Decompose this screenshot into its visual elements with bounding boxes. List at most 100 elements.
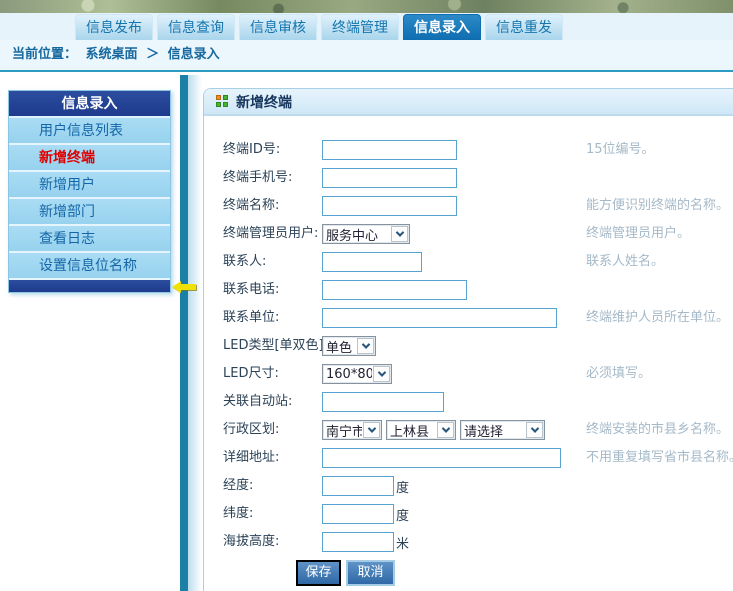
tab-terminal-mgmt[interactable]: 终端管理 [321, 14, 399, 40]
longitude-unit: 度 [396, 477, 409, 496]
contact-phone-input[interactable] [322, 280, 467, 300]
blocks-icon [216, 95, 229, 108]
admin-region-select-1[interactable]: 上林县 [386, 420, 456, 440]
control-terminal-name [322, 196, 457, 216]
control-contact-phone [322, 280, 467, 300]
form-row-longitude: 经度: 度 [204, 476, 733, 498]
admin-region-select-0[interactable]: 南宁市 [322, 420, 382, 440]
label-terminal-phone: 终端手机号: [223, 168, 321, 188]
form-row-detail-address: 详细地址:不用重复填写省市县名称。 [204, 448, 733, 470]
sidebar-footer-bar [9, 280, 170, 292]
sidebar-item-4[interactable]: 查看日志 [9, 226, 170, 253]
latitude-input[interactable] [322, 504, 394, 524]
form-row-contact-phone: 联系电话: [204, 280, 733, 302]
label-admin-region: 行政区划: [223, 420, 321, 440]
control-detail-address [322, 448, 561, 468]
tab-info-publish[interactable]: 信息发布 [75, 14, 153, 40]
altitude-input[interactable] [322, 532, 394, 552]
cursor-arrow-icon [172, 281, 197, 293]
latitude-unit: 度 [396, 505, 409, 524]
terminal-admin-select[interactable]: 服务中心 [322, 224, 410, 244]
control-auto-station [322, 392, 444, 412]
form-row-led-type: LED类型[单双色]:单色 [204, 336, 733, 358]
label-terminal-id: 终端ID号: [223, 140, 321, 160]
breadcrumb-prefix: 当前位置： [12, 47, 77, 62]
control-terminal-admin: 服务中心 [322, 224, 414, 244]
sidebar-item-3[interactable]: 新增部门 [9, 199, 170, 226]
panel-title: 新增终端 [236, 92, 292, 112]
vertical-divider [180, 75, 188, 591]
save-button[interactable]: 保存 [296, 560, 341, 586]
panel-header: 新增终端 [204, 89, 733, 116]
led-size-select[interactable]: 160*80 [322, 364, 392, 384]
contact-unit-input[interactable] [322, 308, 557, 328]
led-type-select[interactable]: 单色 [322, 336, 376, 356]
chevron-down-icon [363, 422, 380, 438]
terminal-phone-input[interactable] [322, 168, 457, 188]
hint-led-size: 必须填写。 [586, 364, 651, 384]
label-longitude: 经度: [223, 476, 321, 496]
cancel-button[interactable]: 取消 [346, 560, 395, 586]
label-latitude: 纬度: [223, 504, 321, 524]
chevron-down-icon [391, 226, 408, 242]
form-row-led-size: LED尺寸:160*80 必须填写。 [204, 364, 733, 386]
label-contact-phone: 联系电话: [223, 280, 321, 300]
sidebar-item-0[interactable]: 用户信息列表 [9, 118, 170, 145]
vertical-divider-shadow [188, 75, 202, 591]
auto-station-input[interactable] [322, 392, 444, 412]
label-altitude: 海拔高度: [223, 532, 321, 552]
form-row-terminal-id: 终端ID号: 15位编号。 [204, 140, 733, 162]
breadcrumb-home[interactable]: 系统桌面 [86, 47, 138, 62]
led-type-select-value: 单色 [323, 337, 356, 356]
admin-region-select-2[interactable]: 请选择 [460, 420, 545, 440]
admin-region-select-1-value: 上林县 [387, 421, 436, 440]
chevron-down-icon [437, 422, 454, 438]
form-row-contact-person: 联系人:联系人姓名。 [204, 252, 733, 274]
tab-info-entry[interactable]: 信息录入 [403, 14, 481, 40]
hint-admin-region: 终端安装的市县乡名称。 [586, 420, 729, 440]
altitude-unit: 米 [396, 533, 409, 552]
form-row-terminal-admin: 终端管理员用户:服务中心终端管理员用户。 [204, 224, 733, 246]
form-row-contact-unit: 联系单位: 终端维护人员所在单位。 [204, 308, 733, 330]
sidebar-item-5[interactable]: 设置信息位名称 [9, 253, 170, 280]
hint-detail-address: 不用重复填写省市县名称。 [586, 448, 733, 468]
sidebar-item-1[interactable]: 新增终端 [9, 145, 170, 172]
hint-terminal-id: 15位编号。 [586, 140, 655, 160]
control-admin-region: 南宁市 上林县 请选择 [322, 420, 549, 440]
label-auto-station: 关联自动站: [223, 392, 321, 412]
label-led-size: LED尺寸: [223, 364, 321, 384]
chevron-down-icon [357, 338, 374, 354]
label-terminal-name: 终端名称: [223, 196, 321, 216]
control-led-type: 单色 [322, 336, 380, 356]
sidebar-item-2[interactable]: 新增用户 [9, 172, 170, 199]
control-terminal-id [322, 140, 457, 160]
label-contact-person: 联系人: [223, 252, 321, 272]
longitude-input[interactable] [322, 476, 394, 496]
form-row-altitude: 海拔高度: 米 [204, 532, 733, 554]
chevron-down-icon [526, 422, 543, 438]
control-terminal-phone [322, 168, 457, 188]
contact-person-input[interactable] [322, 252, 422, 272]
tab-info-query[interactable]: 信息查询 [157, 14, 235, 40]
breadcrumb: 当前位置： 系统桌面 ＞ 信息录入 [0, 40, 733, 72]
cursor-arrow-tail [180, 284, 196, 290]
top-tab-bar: 信息发布 信息查询 信息审核 终端管理 信息录入 信息重发 [0, 13, 733, 40]
detail-address-input[interactable] [322, 448, 561, 468]
hint-contact-unit: 终端维护人员所在单位。 [586, 308, 729, 328]
terminal-name-input[interactable] [322, 196, 457, 216]
breadcrumb-separator: ＞ [146, 47, 159, 62]
tab-info-resend[interactable]: 信息重发 [485, 14, 563, 40]
hint-terminal-admin: 终端管理员用户。 [586, 224, 690, 244]
control-led-size: 160*80 [322, 364, 396, 384]
form-row-admin-region: 行政区划:南宁市 上林县 请选择 终端安装的市县乡名称。 [204, 420, 733, 442]
terminal-id-input[interactable] [322, 140, 457, 160]
led-size-select-value: 160*80 [323, 367, 372, 382]
tab-info-audit[interactable]: 信息审核 [239, 14, 317, 40]
form-row-auto-station: 关联自动站: [204, 392, 733, 414]
admin-region-select-0-value: 南宁市 [323, 421, 362, 440]
control-contact-unit [322, 308, 557, 328]
screen: 信息发布 信息查询 信息审核 终端管理 信息录入 信息重发 当前位置： 系统桌面… [0, 0, 733, 591]
label-contact-unit: 联系单位: [223, 308, 321, 328]
new-terminal-panel: 新增终端 终端ID号:15位编号。终端手机号:终端名称:能方便识别终端的名称。终… [203, 88, 733, 591]
admin-region-select-2-value: 请选择 [461, 421, 525, 440]
